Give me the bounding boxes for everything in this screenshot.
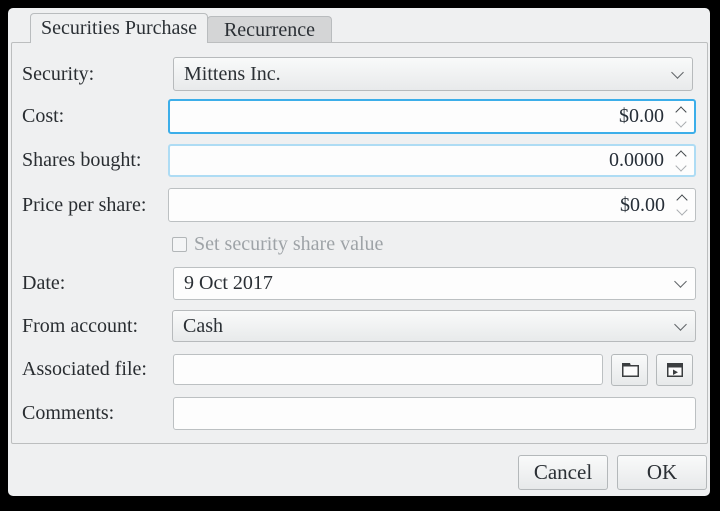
tab-label: Recurrence (224, 19, 315, 42)
tab-recurrence[interactable]: Recurrence (207, 16, 332, 43)
from-account-combobox[interactable]: Cash (172, 310, 696, 342)
securities-purchase-dialog: Securities Purchase Recurrence Security:… (8, 8, 710, 496)
date-value: 9 Oct 2017 (184, 272, 273, 295)
from-account-value: Cash (183, 315, 223, 338)
chevron-down-icon (674, 275, 687, 288)
tab-label: Securities Purchase (41, 17, 197, 40)
checkbox-label: Set security share value (194, 233, 383, 256)
cost-label: Cost: (22, 99, 64, 134)
security-combobox[interactable]: Mittens Inc. (173, 57, 693, 91)
spinner-buttons[interactable] (674, 152, 688, 170)
price-per-share-label: Price per share: (22, 188, 146, 222)
security-label: Security: (22, 57, 94, 91)
cancel-button-label: Cancel (534, 460, 592, 485)
cost-value: $0.00 (619, 105, 664, 128)
comments-input[interactable] (173, 397, 696, 430)
browse-file-button[interactable] (611, 354, 648, 386)
ok-button-label: OK (647, 460, 677, 485)
chevron-down-icon (674, 318, 687, 331)
cancel-button[interactable]: Cancel (518, 455, 608, 490)
comments-label: Comments: (22, 397, 114, 430)
price-per-share-spinbox[interactable]: $0.00 (168, 188, 696, 222)
shares-bought-value: 0.0000 (609, 149, 664, 172)
open-file-button[interactable] (656, 354, 693, 386)
chevron-down-icon (676, 204, 687, 215)
tab-securities-purchase[interactable]: Securities Purchase (30, 13, 208, 43)
price-per-share-value: $0.00 (620, 194, 665, 217)
associated-file-label: Associated file: (22, 354, 147, 385)
associated-file-input[interactable] (173, 354, 603, 385)
ok-button[interactable]: OK (617, 455, 707, 490)
folder-icon (619, 359, 641, 381)
date-label: Date: (22, 267, 65, 300)
shares-bought-label: Shares bought: (22, 144, 141, 177)
chevron-down-icon (675, 160, 686, 171)
chevron-down-icon (675, 116, 686, 127)
cost-spinbox[interactable]: $0.00 (168, 99, 696, 134)
checkbox-icon (172, 237, 187, 252)
spinner-buttons[interactable] (675, 196, 689, 214)
date-combobox[interactable]: 9 Oct 2017 (173, 267, 696, 300)
spinner-buttons[interactable] (674, 108, 688, 126)
chevron-down-icon (671, 66, 684, 79)
set-security-share-value-checkbox: Set security share value (172, 232, 383, 256)
window-run-icon (664, 359, 686, 381)
security-value: Mittens Inc. (184, 63, 281, 86)
from-account-label: From account: (22, 310, 138, 342)
shares-bought-spinbox[interactable]: 0.0000 (168, 144, 696, 177)
